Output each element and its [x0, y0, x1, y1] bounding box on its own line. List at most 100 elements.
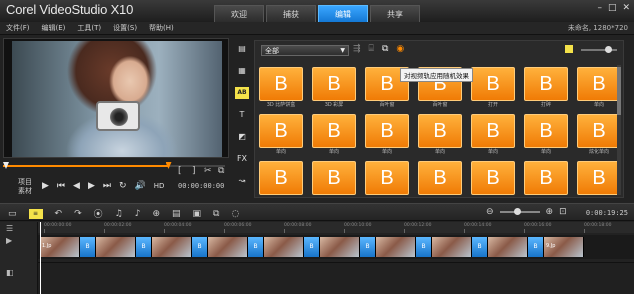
transition-item[interactable]: B	[259, 161, 303, 204]
transition-item[interactable]: B	[524, 161, 568, 204]
repeat-icon[interactable]: ↻	[119, 181, 127, 191]
video-clip[interactable]	[432, 237, 472, 257]
title-icon[interactable]: T	[235, 109, 249, 121]
video-track[interactable]: 1.Jp B B B B B B B B B 9.Jp	[38, 235, 634, 259]
transition-item[interactable]: B 打碎	[524, 67, 568, 110]
library-scrollbar[interactable]	[617, 65, 621, 195]
zoom-in-icon[interactable]: ⊕	[546, 207, 554, 217]
transition-item[interactable]: B 炫化单向	[577, 114, 621, 157]
graphic-icon[interactable]: ◩	[235, 131, 249, 143]
transition-clip[interactable]: B	[248, 237, 264, 257]
transition-item[interactable]: B 单向	[259, 114, 303, 157]
multi-camera-icon[interactable]: ▣	[193, 209, 202, 219]
video-clip[interactable]	[488, 237, 528, 257]
video-clip[interactable]	[96, 237, 136, 257]
video-clip[interactable]	[264, 237, 304, 257]
fit-project-icon[interactable]: ⊡	[559, 207, 567, 217]
transition-item[interactable]: B 单向	[471, 114, 515, 157]
transition-item[interactable]: B	[577, 161, 621, 204]
close-icon[interactable]: ✕	[622, 3, 630, 13]
overlay-track-icon[interactable]: ◧	[6, 268, 14, 277]
transition-item[interactable]: B 3D 彩屏	[312, 67, 356, 110]
transition-icon[interactable]: AB	[235, 87, 249, 99]
split-clip-icon[interactable]: ✂	[204, 166, 212, 176]
instant-project-icon[interactable]: ▦	[235, 65, 249, 77]
apply-to-video-icon[interactable]: ⇶	[353, 44, 361, 54]
video-track-icon[interactable]: ▶	[6, 236, 12, 245]
transition-item[interactable]: B	[471, 161, 515, 204]
transition-item[interactable]: B	[312, 161, 356, 204]
transition-clip[interactable]: B	[416, 237, 432, 257]
undo-icon[interactable]: ↶	[55, 209, 63, 219]
thumbnail-size-slider[interactable]	[581, 46, 617, 53]
end-icon[interactable]: ⏭	[103, 181, 111, 191]
transition-item[interactable]: B 单向	[524, 114, 568, 157]
previous-frame-icon[interactable]: ◀	[73, 181, 80, 191]
transition-item[interactable]: B	[418, 161, 462, 204]
transition-clip[interactable]: B	[472, 237, 488, 257]
split-screen-icon[interactable]: ⧉	[213, 209, 219, 219]
video-clip[interactable]: 9.Jp	[544, 237, 584, 257]
video-clip[interactable]	[208, 237, 248, 257]
auto-music-icon[interactable]: ♪	[135, 209, 141, 219]
tab-edit[interactable]: 编辑	[318, 5, 368, 22]
video-clip[interactable]	[152, 237, 192, 257]
mask-creator-icon[interactable]: ◌	[231, 209, 239, 219]
menu-tools[interactable]: 工具(T)	[77, 23, 101, 33]
media-icon[interactable]: ▤	[235, 43, 249, 55]
overlay-track[interactable]	[38, 262, 634, 294]
transition-item[interactable]: B 打开	[471, 67, 515, 110]
transition-item[interactable]: B 单向	[312, 114, 356, 157]
menu-settings[interactable]: 设置(S)	[113, 23, 137, 33]
transition-item[interactable]: B 3D 比萨饼盒	[259, 67, 303, 110]
playhead[interactable]	[40, 222, 41, 294]
zoom-out-icon[interactable]: ⊖	[486, 207, 494, 217]
transition-item[interactable]: B	[365, 161, 409, 204]
mode-clip[interactable]: 素材	[18, 187, 32, 196]
motion-tracking-icon[interactable]: ⊕	[152, 209, 160, 219]
subtitle-editor-icon[interactable]: ▤	[172, 209, 181, 219]
redo-icon[interactable]: ↷	[74, 209, 82, 219]
transition-clip[interactable]: B	[136, 237, 152, 257]
tab-welcome[interactable]: 欢迎	[214, 5, 264, 22]
timeline-view-icon[interactable]: ≡	[28, 208, 43, 219]
player-timecode[interactable]: 00:00:00:00	[178, 182, 224, 190]
minimize-icon[interactable]: –	[597, 3, 602, 13]
home-icon[interactable]: ⏮	[57, 181, 65, 191]
storyboard-view-icon[interactable]: ▭	[8, 209, 17, 219]
apply-to-audio-icon[interactable]: ⌸	[369, 44, 374, 54]
play-icon[interactable]: ▶	[42, 181, 49, 191]
transition-item[interactable]: B 单向	[577, 67, 621, 110]
zoom-slider[interactable]	[499, 208, 540, 215]
video-clip[interactable]: 1.Jp	[40, 237, 80, 257]
menu-file[interactable]: 文件(F)	[6, 23, 30, 33]
transition-item[interactable]: B 单向	[365, 114, 409, 157]
sound-mixer-icon[interactable]: ♫	[115, 209, 123, 219]
preview-window[interactable]	[3, 38, 229, 158]
transition-clip[interactable]: B	[80, 237, 96, 257]
transition-clip[interactable]: B	[192, 237, 208, 257]
mode-project[interactable]: 项目	[18, 178, 32, 187]
transition-item[interactable]: B 单向	[418, 114, 462, 157]
apply-random-icon[interactable]: ⧉	[382, 44, 388, 54]
get-more-icon[interactable]: ◉	[396, 44, 404, 54]
hd-toggle[interactable]: HD	[154, 182, 165, 190]
menu-edit[interactable]: 编辑(E)	[42, 23, 66, 33]
filter-icon[interactable]: FX	[235, 153, 249, 165]
transition-clip[interactable]: B	[304, 237, 320, 257]
copy-icon[interactable]: ⧉	[218, 166, 224, 176]
track-manager-icon[interactable]: ☰	[6, 224, 13, 233]
maximize-icon[interactable]: □	[608, 3, 617, 13]
menu-help[interactable]: 帮助(H)	[149, 23, 174, 33]
transition-clip[interactable]: B	[528, 237, 544, 257]
time-ruler[interactable]: 00:00:00:00 00:00:02:00 00:00:04:00 00:00:0…	[38, 222, 634, 233]
tab-share[interactable]: 共享	[370, 5, 420, 22]
volume-icon[interactable]: 🔊	[135, 181, 146, 191]
video-clip[interactable]	[376, 237, 416, 257]
path-icon[interactable]: ↝	[235, 175, 249, 187]
thumbnail-size-icon[interactable]	[565, 45, 573, 53]
video-clip[interactable]	[320, 237, 360, 257]
next-frame-icon[interactable]: ▶	[88, 181, 95, 191]
mark-in-icon[interactable]: [	[178, 166, 182, 176]
category-dropdown[interactable]: 全部 ▼	[261, 45, 349, 56]
